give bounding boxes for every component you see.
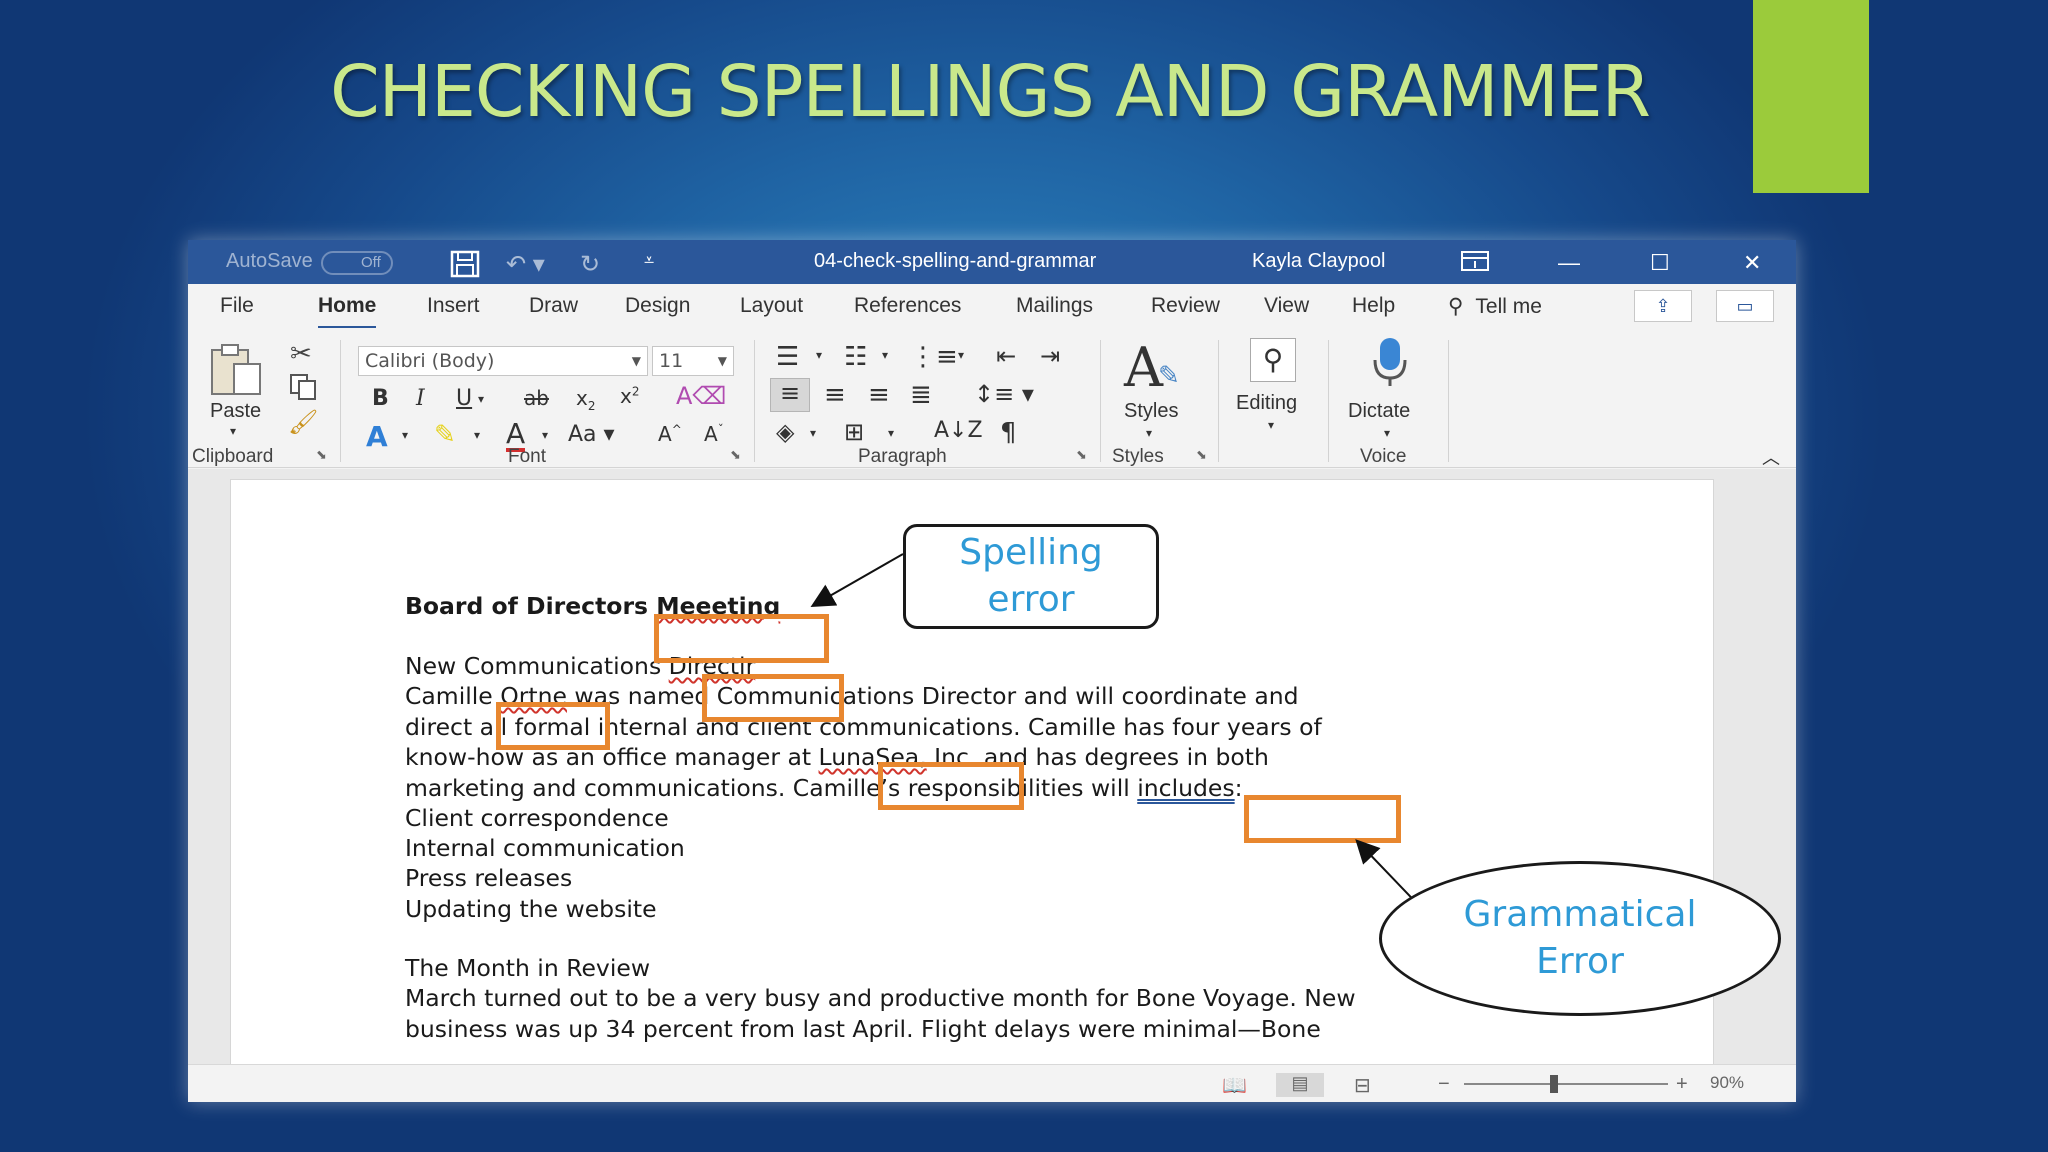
grammatical-error-callout: Grammatical Error xyxy=(1379,861,1781,1016)
grammatical-error-callout-text: Grammatical Error xyxy=(1463,893,1697,982)
spelling-error-callout-text: Spelling error xyxy=(959,531,1103,620)
spelling-error-callout: Spelling error xyxy=(903,524,1159,629)
spelling-callout-arrow xyxy=(810,553,904,607)
